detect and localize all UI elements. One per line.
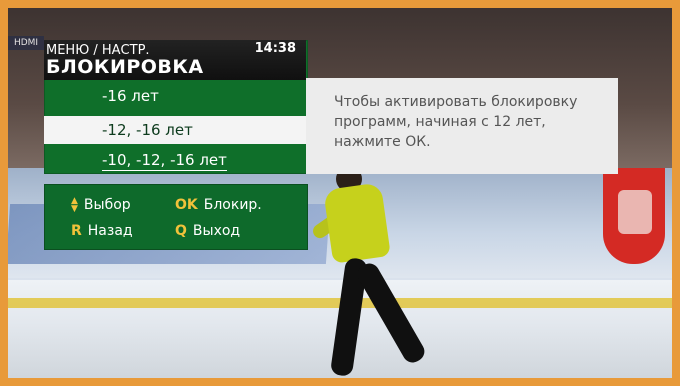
page-title: БЛОКИРОВКА — [46, 56, 204, 78]
help-panel: Чтобы активировать блокировку программ, … — [306, 78, 618, 174]
quit-key[interactable]: Q Выход — [175, 223, 240, 239]
lock-option-label: -10, -12, -16 лет — [102, 151, 227, 171]
help-text: Чтобы активировать блокировку программ, … — [334, 94, 578, 150]
quit-key-glyph: Q — [175, 223, 187, 239]
lock-option-16[interactable]: -16 лет — [44, 82, 306, 110]
lock-option-12-16[interactable]: -12, -16 лет — [44, 116, 306, 144]
clock: 14:38 — [254, 41, 296, 56]
select-key[interactable]: ▲ ▼ Выбор — [71, 196, 131, 214]
back-key-glyph: R — [71, 223, 82, 239]
lock-option-label: -12, -16 лет — [102, 121, 193, 139]
ok-key[interactable]: OK Блокир. — [175, 197, 262, 213]
skater-body — [323, 182, 391, 264]
channel-badge: HDMI — [8, 36, 44, 50]
lock-option-10-12-16[interactable]: -10, -12, -16 лет — [44, 146, 306, 174]
key-legend: ▲ ▼ Выбор OK Блокир. R Назад Q Выход — [44, 184, 308, 250]
ok-label: Блокир. — [203, 197, 262, 213]
up-down-arrows-icon: ▲ ▼ — [71, 196, 78, 214]
lock-option-label: -16 лет — [102, 87, 159, 105]
skater-legs — [328, 257, 438, 378]
ok-key-glyph: OK — [175, 197, 198, 213]
emblem-rider-icon — [618, 190, 652, 234]
quit-label: Выход — [192, 223, 241, 239]
back-label: Назад — [87, 223, 133, 239]
back-key[interactable]: R Назад — [71, 223, 133, 239]
osd-header: МЕНЮ / НАСТР. 14:38 БЛОКИРОВКА — [44, 40, 306, 80]
skater-leg-right — [353, 259, 429, 367]
select-label: Выбор — [83, 197, 131, 213]
